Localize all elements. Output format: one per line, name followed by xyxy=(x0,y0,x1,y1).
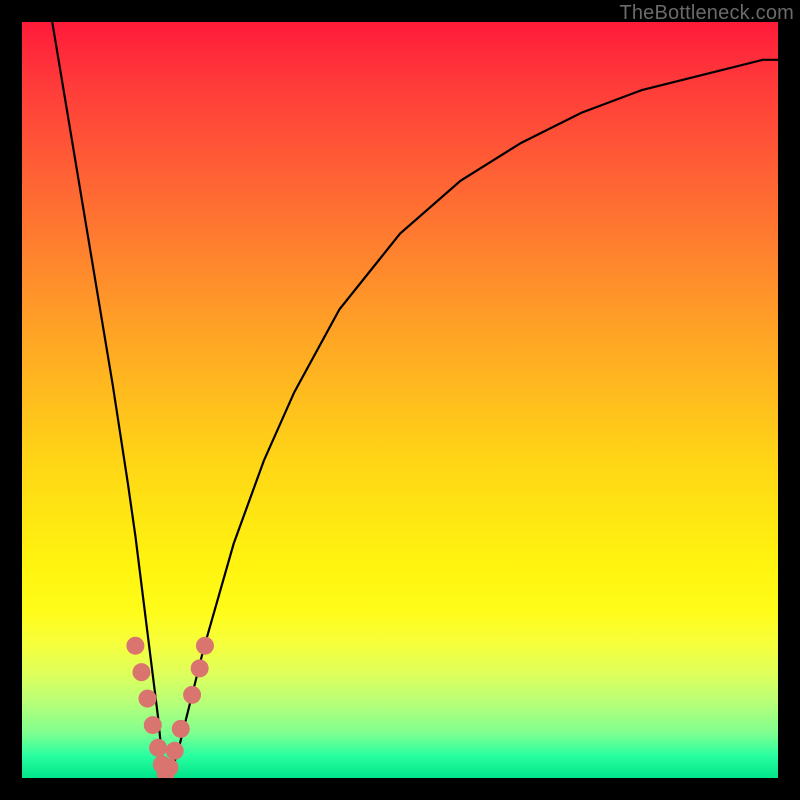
chart-frame: TheBottleneck.com xyxy=(0,0,800,800)
data-marker xyxy=(183,686,201,704)
data-marker xyxy=(191,659,209,677)
data-marker xyxy=(149,739,167,757)
curve-layer xyxy=(22,22,778,778)
data-marker xyxy=(160,758,178,776)
data-marker xyxy=(139,690,157,708)
data-marker xyxy=(172,720,190,738)
curve-group xyxy=(52,22,778,778)
watermark-text: TheBottleneck.com xyxy=(619,2,794,25)
bottleneck-curve xyxy=(52,22,778,778)
data-marker xyxy=(196,637,214,655)
data-marker xyxy=(166,742,184,760)
data-marker xyxy=(144,716,162,734)
data-marker xyxy=(126,637,144,655)
plot-area xyxy=(22,22,778,778)
data-marker xyxy=(132,663,150,681)
